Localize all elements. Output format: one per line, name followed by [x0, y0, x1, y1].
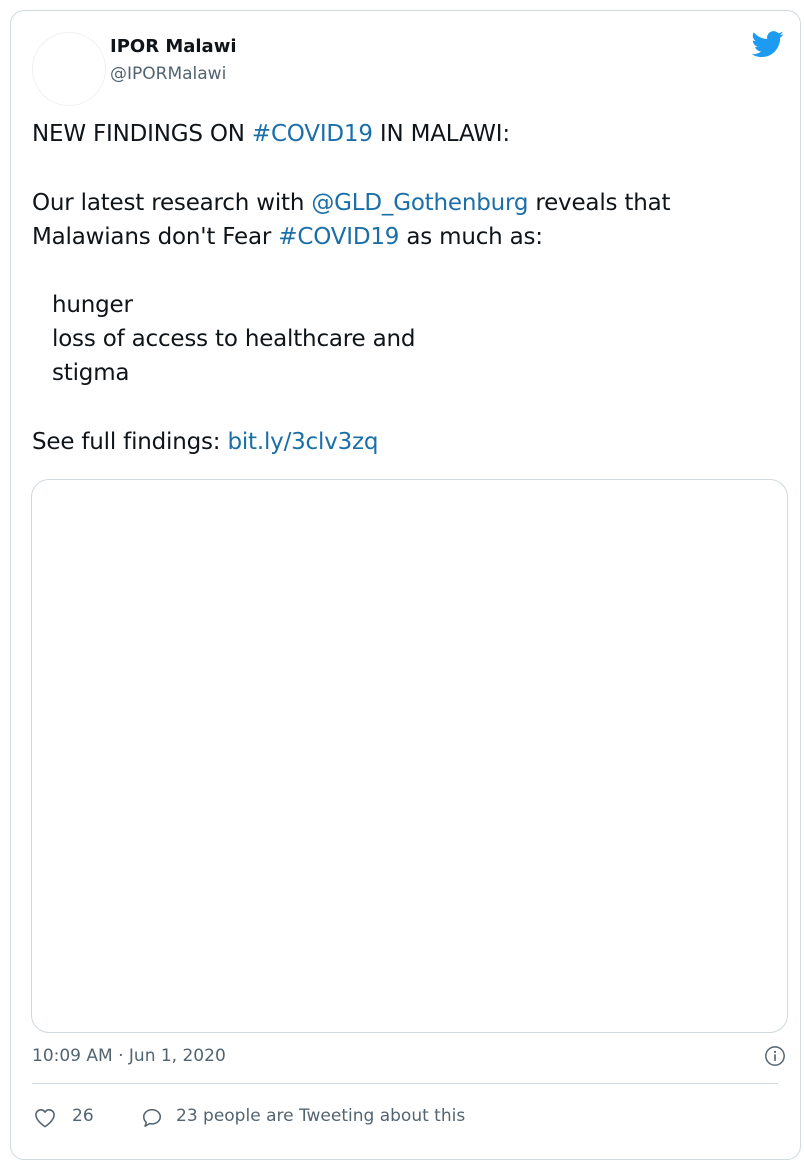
tweet-text: as much as:: [399, 224, 543, 250]
tweet-text: NEW FINDINGS ON: [32, 121, 252, 147]
tweet-line-3: Malawians don't Fear #COVID19 as much as…: [32, 220, 772, 254]
tweet-text: reveals that: [528, 190, 671, 216]
divider: [32, 1083, 778, 1084]
tweet-timestamp[interactable]: 10:09 AM · Jun 1, 2020: [32, 1046, 226, 1066]
author-name[interactable]: IPOR Malawi: [110, 36, 237, 57]
list-item: hunger: [52, 292, 133, 318]
hashtag-link[interactable]: #COVID19: [252, 121, 373, 147]
list-item: loss of access to healthcare and: [52, 326, 416, 352]
tweet-line-2: Our latest research with @GLD_Gothenburg…: [32, 186, 772, 220]
findings-link[interactable]: bit.ly/3clv3zq: [227, 429, 378, 455]
hashtag-link[interactable]: #COVID19: [278, 224, 399, 250]
tweet-line-1: NEW FINDINGS ON #COVID19 IN MALAWI:: [32, 117, 772, 151]
mention-link[interactable]: @GLD_Gothenburg: [311, 190, 528, 216]
avatar[interactable]: [32, 32, 106, 106]
info-icon[interactable]: [764, 1045, 786, 1067]
list-item: stigma: [52, 360, 130, 386]
tweet-findings-line: See full findings: bit.ly/3clv3zq: [32, 425, 772, 459]
like-count[interactable]: 26: [72, 1106, 94, 1126]
tweet-text: See full findings:: [32, 429, 228, 455]
tweet-text: Our latest research with: [32, 190, 312, 216]
heart-icon[interactable]: [34, 1108, 56, 1128]
tweet-text: Malawians don't Fear: [32, 224, 279, 250]
author-handle[interactable]: @IPORMalawi: [110, 64, 226, 84]
twitter-bird-icon[interactable]: [750, 28, 786, 60]
tweeting-about-link[interactable]: 23 people are Tweeting about this: [176, 1106, 465, 1126]
tweet-text: IN MALAWI:: [372, 121, 510, 147]
media-card[interactable]: [31, 479, 788, 1033]
reply-bubble-icon[interactable]: [141, 1107, 163, 1129]
